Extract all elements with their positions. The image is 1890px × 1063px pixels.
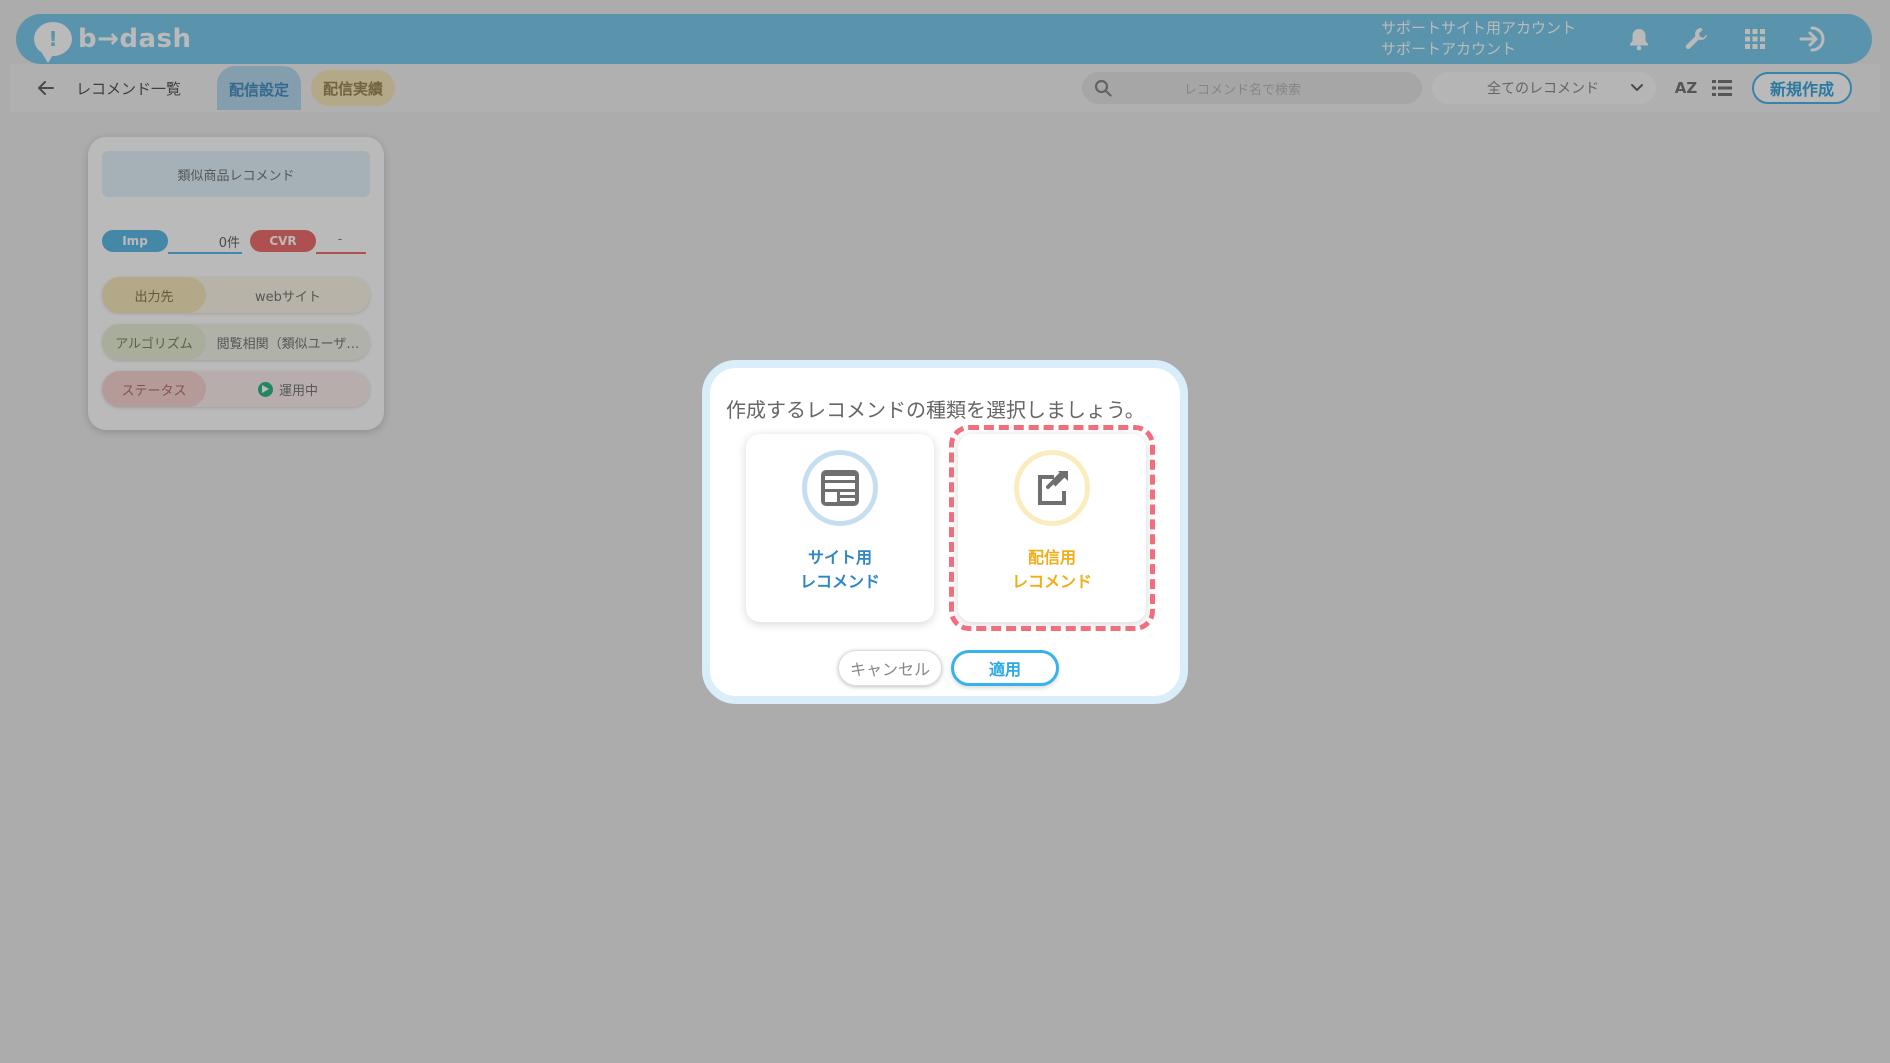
selection-highlight: [949, 425, 1155, 631]
option-site-line1: サイト用: [807, 548, 872, 567]
cancel-button[interactable]: キャンセル: [838, 650, 942, 686]
apply-button[interactable]: 適用: [951, 650, 1059, 686]
webpage-icon: [802, 450, 878, 526]
recommend-type-dialog: 作成するレコメンドの種類を選択しましょう。 サイト用 レコメンド 配信用 レコメ…: [702, 360, 1188, 704]
option-site-label: サイト用 レコメンド: [800, 546, 880, 594]
dialog-title: 作成するレコメンドの種類を選択しましょう。: [726, 398, 1145, 422]
option-site-recommend[interactable]: サイト用 レコメンド: [746, 434, 934, 622]
option-site-line2: レコメンド: [799, 572, 880, 591]
